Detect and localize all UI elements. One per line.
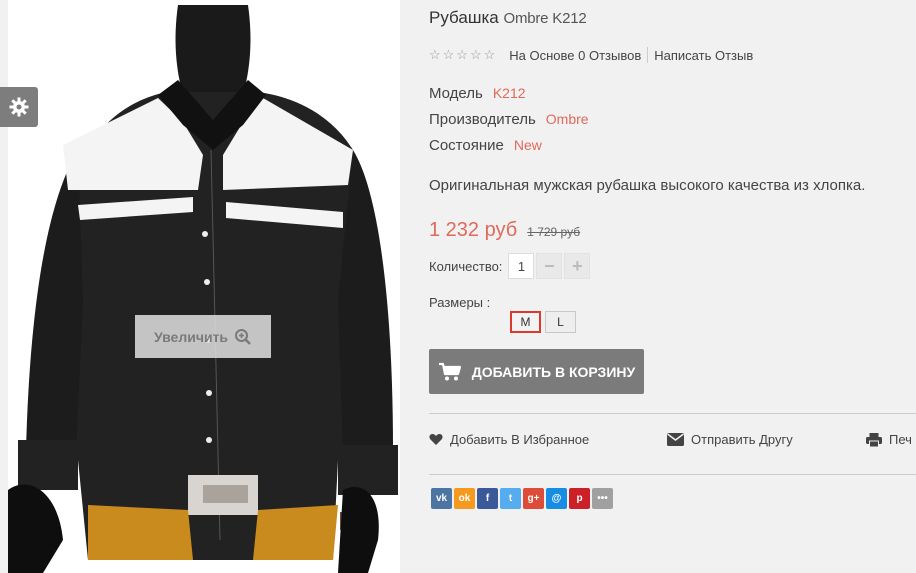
- add-to-cart-label: ДОБАВИТЬ В КОРЗИНУ: [471, 363, 636, 380]
- product-name: Рубашка: [429, 8, 499, 27]
- envelope-icon: [667, 433, 684, 446]
- facebook-icon[interactable]: f: [477, 488, 498, 509]
- meta-value: K212: [492, 85, 526, 101]
- gear-icon: [9, 97, 29, 117]
- cart-icon: [438, 362, 461, 380]
- quantity-label: Количество:: [429, 258, 503, 274]
- old-price: 1 729 руб: [527, 225, 581, 239]
- quantity-increase-button[interactable]: +: [564, 253, 591, 279]
- zoom-in-icon: [235, 328, 251, 345]
- product-page: Увеличить Рубашка Ombre K212 ☆☆☆☆☆ На Ос…: [0, 0, 916, 573]
- meta-value: New: [513, 137, 542, 153]
- rating-stars-icon[interactable]: ☆☆☆☆☆: [429, 47, 497, 63]
- divider: [429, 413, 916, 414]
- current-price: 1 232 руб: [429, 219, 518, 241]
- size-option-l[interactable]: L: [545, 311, 576, 333]
- sizes-label: Размеры :: [429, 295, 491, 310]
- wishlist-label: Добавить В Избранное: [450, 432, 590, 447]
- print-action[interactable]: Печ: [866, 432, 912, 447]
- quantity-row: Количество: − +: [429, 253, 591, 279]
- quantity-input[interactable]: [508, 253, 535, 279]
- shirt-image: [8, 5, 398, 573]
- odnoklassniki-icon[interactable]: ok: [454, 488, 475, 509]
- more-icon[interactable]: •••: [592, 488, 613, 509]
- settings-button[interactable]: [0, 87, 38, 127]
- zoom-label: Увеличить: [153, 328, 229, 345]
- heart-icon: [429, 434, 443, 445]
- product-description: Оригинальная мужская рубашка высокого ка…: [429, 177, 866, 194]
- vk-icon[interactable]: vk: [431, 488, 452, 509]
- size-option-m[interactable]: M: [510, 311, 541, 333]
- manufacturer-link[interactable]: Ombre: [546, 111, 589, 127]
- zoom-button[interactable]: Увеличить: [135, 315, 271, 358]
- google-plus-icon[interactable]: g+: [523, 488, 544, 509]
- rating-row: ☆☆☆☆☆ На Основе 0 Отзывов Написать Отзыв: [429, 47, 753, 63]
- write-review-link[interactable]: Написать Отзыв: [654, 48, 753, 63]
- add-to-cart-button[interactable]: ДОБАВИТЬ В КОРЗИНУ: [429, 349, 644, 394]
- mail-icon[interactable]: @: [546, 488, 567, 509]
- meta-manufacturer: Производитель Ombre: [429, 111, 589, 128]
- price-row: 1 232 руб 1 729 руб: [429, 219, 580, 242]
- reviews-link[interactable]: На Основе 0 Отзывов: [509, 48, 641, 63]
- send-friend-label: Отправить Другу: [691, 432, 793, 447]
- product-title: Рубашка Ombre K212: [429, 8, 587, 28]
- meta-label: Модель: [429, 85, 483, 102]
- print-label: Печ: [889, 432, 912, 447]
- pinterest-icon[interactable]: p: [569, 488, 590, 509]
- quantity-decrease-button[interactable]: −: [536, 253, 563, 279]
- meta-label: Производитель: [429, 111, 536, 128]
- meta-model: Модель K212: [429, 85, 526, 102]
- share-buttons: vk ok f t g+ @ p •••: [431, 488, 613, 509]
- wishlist-action[interactable]: Добавить В Избранное: [429, 432, 589, 447]
- printer-icon: [866, 432, 882, 447]
- divider: [429, 474, 916, 475]
- twitter-icon[interactable]: t: [500, 488, 521, 509]
- meta-condition: Состояние New: [429, 137, 542, 154]
- product-brand-model: Ombre K212: [503, 10, 587, 27]
- meta-label: Состояние: [429, 137, 504, 154]
- product-image[interactable]: Увеличить: [8, 0, 400, 573]
- divider: [647, 47, 649, 63]
- send-friend-action[interactable]: Отправить Другу: [667, 432, 793, 447]
- product-details: Рубашка Ombre K212 ☆☆☆☆☆ На Основе 0 Отз…: [429, 0, 916, 573]
